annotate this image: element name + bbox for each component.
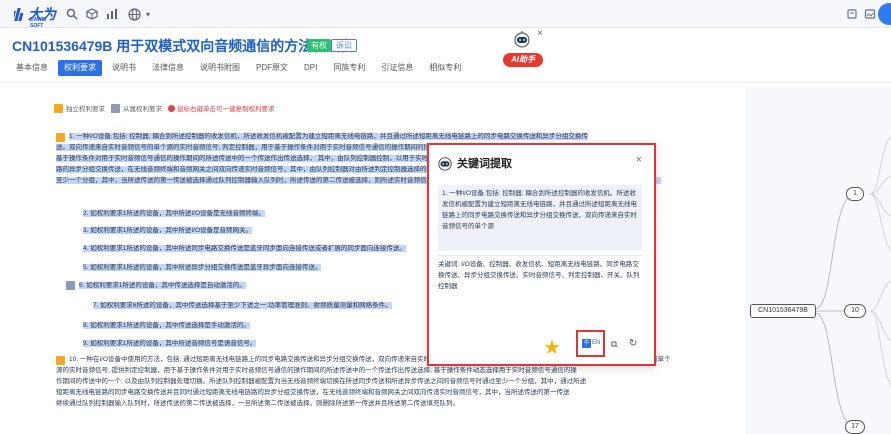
- dialog-header: 关键词提取: [437, 151, 512, 175]
- page-title: CN101536479B 用于双模式双向音频通信的方法和设备: [12, 38, 355, 54]
- independent-claim-marker[interactable]: [56, 133, 65, 142]
- app-logo[interactable]: 大为 DAWEI SOFT: [14, 4, 58, 29]
- claim-3[interactable]: 3. 如权利要求1所述的设备，其中所述I/O设备是音频网关。: [83, 225, 423, 236]
- claim-2[interactable]: 2. 如权利要求1所述的设备，其中所述I/O设备是无线音频终端。: [83, 208, 423, 219]
- independent-claim-marker-10[interactable]: [56, 356, 65, 365]
- tab-citations[interactable]: 引证信息: [375, 60, 419, 76]
- tab-basic-info[interactable]: 基本信息: [10, 60, 54, 76]
- bookmark-icon[interactable]: [862, 6, 878, 22]
- mindmap-node-17[interactable]: 17: [845, 420, 865, 434]
- tab-claims[interactable]: 权利要求: [58, 60, 102, 76]
- info-icon: [168, 104, 175, 112]
- tab-pdf[interactable]: PDF原文: [250, 60, 294, 76]
- language-label: EN: [592, 340, 601, 346]
- search-icon[interactable]: [64, 6, 80, 22]
- dialog-divider: [438, 255, 642, 256]
- tab-dpi[interactable]: DPI: [298, 60, 323, 76]
- source-text-box[interactable]: 1. 一种I/O设备,包括: 控制器; 耦合到所述控制器的收发信机。所述收发信机…: [438, 185, 642, 251]
- source-text: 1. 一种I/O设备,包括: 控制器; 耦合到所述控制器的收发信机。所述收发信机…: [442, 190, 637, 230]
- legend-dependent-swatch: [111, 103, 120, 113]
- keyword-extraction-dialog: 关键词提取 × 1. 一种I/O设备,包括: 控制器; 耦合到所述控制器的收发信…: [427, 143, 656, 366]
- claim-8[interactable]: 8. 如权利要求1所述的设备，其中传送选择是手动激活的。: [83, 320, 423, 331]
- claim-7[interactable]: 7. 如权利要求6所述的设备，其中传送选择基于至少下述之一:功率管理准则、射频质…: [93, 300, 423, 311]
- mindmap-root-node[interactable]: CN101536479B: [750, 304, 816, 318]
- tab-bar: 基本信息 权利要求 说明书 法律信息 说明书附图 PDF原文 DPI 同族专利 …: [10, 60, 471, 76]
- ai-helper-close-icon[interactable]: ×: [537, 28, 543, 39]
- dialog-title: 关键词提取: [457, 158, 512, 170]
- claim-10-line-4[interactable]: 短距离无线电链路的同步电路交换传送并且同时通过短距离无线电链路的异步分组交换传送…: [56, 387, 741, 398]
- tab-description[interactable]: 说明书: [106, 60, 142, 76]
- legend-independent-label: 独立权利要求: [66, 106, 105, 113]
- claim-6[interactable]: 6. 如权利要求1所述的设备，其中传送选择是自动激活的。: [79, 280, 423, 291]
- top-toolbar: 大为 DAWEI SOFT ▾: [0, 0, 891, 29]
- language-toggle-button[interactable]: 中 EN: [576, 330, 605, 357]
- tab-similar[interactable]: 相似专利: [423, 60, 467, 76]
- close-icon[interactable]: ×: [636, 154, 642, 166]
- user-avatar[interactable]: [878, 3, 891, 25]
- ai-helper[interactable]: × AI助手: [500, 28, 560, 76]
- claim-4[interactable]: 4. 如权利要求1所述的设备，其中所述同步电路交换传送是蓝牙同步面向连接传送或者…: [83, 243, 423, 254]
- chevron-down-icon[interactable]: ▾: [140, 6, 156, 22]
- claim-9[interactable]: 9. 如权利要求1所述的设备，其中所述音频信号是语音信号。: [83, 338, 423, 349]
- tab-family[interactable]: 同族专利: [327, 60, 371, 76]
- robot-icon: [514, 31, 530, 48]
- legend-hint: 鼠标右键单击可一键复制权利要求: [168, 103, 275, 113]
- logo-subtext: DAWEI SOFT: [30, 17, 47, 29]
- ai-helper-button[interactable]: AI助手: [503, 53, 543, 67]
- claim-10-line-2[interactable]: 源的实时音频信号; 提供判定控制器，用于基于操作条件对用于实时音频信号通信的操作…: [56, 365, 741, 376]
- legend-independent: 独立权利要求: [54, 103, 105, 113]
- claim-10-line-3[interactable]: 作期间的传送中的一个; 以及由队列控制器处理切换。所述队列控制器被配置为当无线音…: [56, 376, 741, 387]
- legend-dependent-label: 从属权利要求: [123, 106, 162, 113]
- claim-1-line-1[interactable]: 1. 一种I/O设备,包括: 控制器; 耦合到所述控制器的收发信机，所述收发信机…: [69, 131, 741, 142]
- tab-legal-info[interactable]: 法律信息: [146, 60, 190, 76]
- refresh-icon[interactable]: ↻: [629, 338, 637, 349]
- legend-hint-label: 鼠标右键单击可一键复制权利要求: [177, 106, 275, 113]
- chart-icon[interactable]: [104, 6, 120, 22]
- mindmap-node-1[interactable]: 1: [846, 187, 864, 201]
- copy-icon[interactable]: ⧉: [611, 339, 617, 350]
- status-badge-valid: 有权: [307, 39, 331, 52]
- mindmap-connectors: [814, 135, 891, 428]
- claim-5[interactable]: 5. 如权利要求1所述的设备，其中所述异步分组交换传送是蓝牙异步面向连接传送。: [83, 262, 423, 273]
- language-icon: 中: [582, 339, 591, 348]
- claims-legend: 独立权利要求 从属权利要求 鼠标右键单击可一键复制权利要求: [54, 102, 281, 114]
- robot-icon: [438, 157, 452, 171]
- mindmap-node-10[interactable]: 10: [844, 304, 866, 318]
- cube-icon[interactable]: [84, 6, 100, 22]
- logo-mark-icon: [14, 8, 24, 21]
- keyword-result: 关键词: I/O设备、控制器、收发信机、短距离无线电链路、同步电路交换传送、异步…: [438, 261, 640, 290]
- dependent-claim-marker[interactable]: [66, 281, 75, 290]
- legend-dependent: 从属权利要求: [111, 103, 162, 113]
- mindmap-panel: [745, 86, 891, 434]
- header-divider: [0, 82, 891, 83]
- star-icon[interactable]: ★: [543, 335, 561, 360]
- tab-drawings[interactable]: 说明书附图: [194, 60, 246, 76]
- claim-10-line-5[interactable]: 继续通过队列控制器输入队列时，所述传送的第二传送被选择，一旦所述第二传送被选择，…: [56, 398, 741, 409]
- legend-independent-swatch: [54, 103, 63, 113]
- status-badge-litigation[interactable]: 诉讼: [331, 39, 357, 52]
- pin-icon[interactable]: [844, 6, 860, 22]
